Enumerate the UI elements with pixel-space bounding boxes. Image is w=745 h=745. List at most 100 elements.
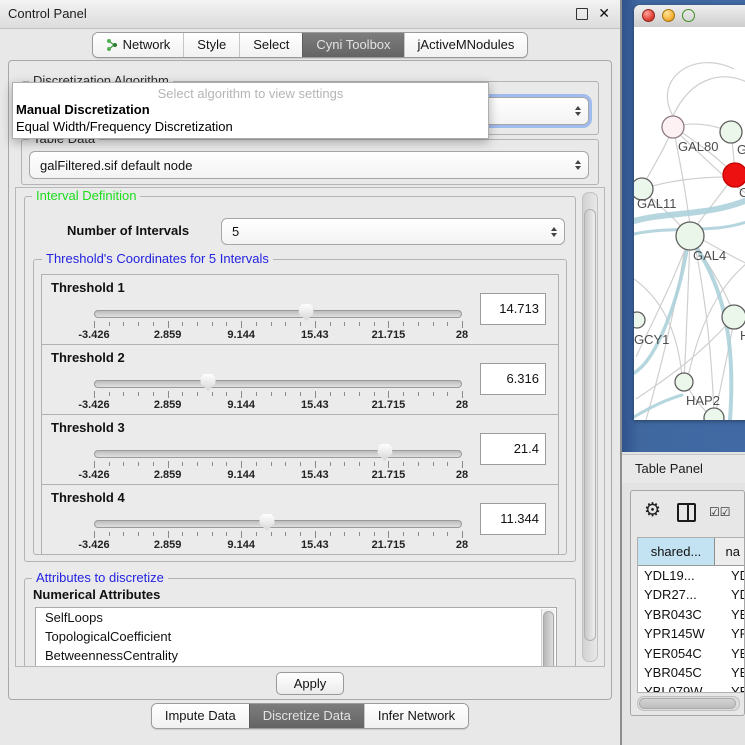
gear-icon[interactable]: ⚙ [644, 499, 661, 522]
tick-mark [123, 392, 124, 396]
table-hscrollbar[interactable] [637, 696, 740, 711]
node-g[interactable] [720, 121, 742, 143]
tick-mark [109, 392, 110, 396]
slider-thumb[interactable] [201, 374, 216, 391]
slider-thumb[interactable] [259, 514, 274, 531]
tab-impute-data[interactable]: Impute Data [152, 704, 249, 728]
tick-mark [344, 322, 345, 326]
tick-label: 28 [456, 469, 468, 481]
threshold-2-slider[interactable]: -3.4262.8599.14415.4321.71528 [94, 373, 462, 411]
table-row[interactable]: YPR145WYPR1 [638, 624, 744, 643]
threshold-1-value[interactable]: 14.713 [480, 293, 546, 325]
num-intervals-combo[interactable]: 5 [221, 218, 565, 245]
threshold-2-value[interactable]: 6.316 [480, 363, 546, 395]
node-gcy1[interactable] [634, 312, 645, 328]
tick-mark [123, 322, 124, 326]
table-row[interactable]: YDR27...YDR2 [638, 585, 744, 604]
node-h[interactable] [722, 305, 745, 329]
settings-scrollbar[interactable] [582, 192, 598, 662]
threshold-3-value[interactable]: 21.4 [480, 433, 546, 465]
tick-mark [138, 322, 139, 326]
list-scrollbar[interactable] [541, 609, 555, 667]
node-hap2[interactable] [675, 373, 693, 391]
tick-mark [182, 322, 183, 326]
tick-mark [315, 461, 316, 468]
cell-name: YER0 [721, 644, 744, 663]
tick-mark [109, 322, 110, 326]
numerical-attributes-label: Numerical Attributes [33, 587, 160, 602]
attribute-list-item[interactable]: TopologicalCoefficient [36, 627, 556, 646]
tick-mark [197, 322, 198, 326]
node-gal4[interactable] [676, 222, 704, 250]
checkbox-icons[interactable]: ☑☑ [709, 505, 731, 519]
close-icon[interactable]: ✕ [598, 5, 610, 22]
threshold-3-panel: Threshold 3 -3.4262.8599.14415.4321.7152… [41, 414, 559, 485]
network-graph: GAL80 G. C GAL11 GAL4 H GCY1 HAP2 [634, 27, 745, 420]
table-body: YDL19...YDL1YDR27...YDR2YBR043CYBR0YPR14… [638, 566, 744, 693]
network-canvas[interactable]: GAL80 G. C GAL11 GAL4 H GCY1 HAP2 [634, 27, 745, 420]
node-highlighted[interactable] [723, 163, 745, 187]
tick-mark [330, 392, 331, 396]
tick-mark [433, 392, 434, 396]
table-row[interactable]: YBR043CYBR0 [638, 605, 744, 624]
tick-mark [300, 392, 301, 396]
tick-label: 15.43 [301, 539, 329, 551]
window-zoom-button[interactable] [682, 9, 695, 22]
tick-mark [462, 321, 463, 328]
node-bottom[interactable] [704, 408, 724, 420]
tick-mark [153, 392, 154, 396]
popup-item-equal-width[interactable]: Equal Width/Frequency Discretization [13, 118, 488, 135]
slider-thumb[interactable] [377, 444, 392, 461]
node-gal80[interactable] [662, 116, 684, 138]
window-close-button[interactable] [642, 9, 655, 22]
tick-mark [344, 462, 345, 466]
column-header-name[interactable]: na [715, 538, 744, 565]
split-columns-icon[interactable] [677, 503, 696, 522]
threshold-3-slider[interactable]: -3.4262.8599.14415.4321.71528 [94, 443, 462, 481]
table-row[interactable]: YER054CYER0 [638, 644, 744, 663]
num-intervals-label: Number of Intervals [67, 223, 189, 238]
tick-mark [94, 461, 95, 468]
column-header-shared-name[interactable]: shared... [638, 538, 715, 565]
tick-label: 28 [456, 539, 468, 551]
apply-button[interactable]: Apply [276, 672, 344, 695]
tick-mark [330, 322, 331, 326]
threshold-4-value[interactable]: 11.344 [480, 503, 546, 535]
tab-network[interactable]: Network [93, 33, 184, 57]
tick-mark [300, 322, 301, 326]
attribute-list-item[interactable]: BetweennessCentrality [36, 646, 556, 665]
table-row[interactable]: YBL079WYBL0 [638, 682, 744, 693]
attributes-group: Numerical Attributes SelfLoopsTopologica… [24, 578, 576, 667]
threshold-1-slider[interactable]: -3.4262.8599.14415.4321.71528 [94, 303, 462, 341]
tab-discretize-data[interactable]: Discretize Data [249, 704, 364, 728]
tab-jactivemnodules[interactable]: jActiveMNodules [404, 33, 528, 57]
tick-label: 15.43 [301, 329, 329, 341]
tab-cyni-toolbox[interactable]: Cyni Toolbox [302, 33, 403, 57]
cell-name: YBR0 [721, 605, 744, 624]
table-row[interactable]: YBR045CYBR0 [638, 663, 744, 682]
tick-mark [212, 532, 213, 536]
popup-item-manual-discretization[interactable]: Manual Discretization [13, 101, 488, 118]
slider-track [94, 450, 462, 458]
tab-select[interactable]: Select [239, 33, 302, 57]
table-row[interactable]: YDL19...YDL1 [638, 566, 744, 585]
tick-label: 21.715 [372, 539, 406, 551]
float-window-icon[interactable] [576, 8, 588, 20]
tick-mark [447, 392, 448, 396]
bottom-tab-bar: Impute Data Discretize Data Infer Networ… [0, 703, 620, 729]
tab-style[interactable]: Style [183, 33, 239, 57]
node-label: GAL11 [637, 196, 677, 211]
table-data-combo[interactable]: galFiltered.sif default node [29, 151, 589, 179]
tab-infer-network[interactable]: Infer Network [364, 704, 468, 728]
threshold-2-panel: Threshold 2 -3.4262.8599.14415.4321.7152… [41, 344, 559, 415]
threshold-4-slider[interactable]: -3.4262.8599.14415.4321.71528 [94, 513, 462, 551]
tick-mark [109, 462, 110, 466]
attribute-list-item[interactable]: SelfLoops [36, 608, 556, 627]
tick-mark [123, 532, 124, 536]
tick-label: 2.859 [154, 469, 182, 481]
network-icon [106, 38, 118, 52]
slider-thumb[interactable] [299, 304, 314, 321]
algorithm-popup: Select algorithm to view settings Manual… [12, 82, 489, 139]
window-minimize-button[interactable] [662, 9, 675, 22]
tick-label: -3.426 [78, 399, 109, 411]
